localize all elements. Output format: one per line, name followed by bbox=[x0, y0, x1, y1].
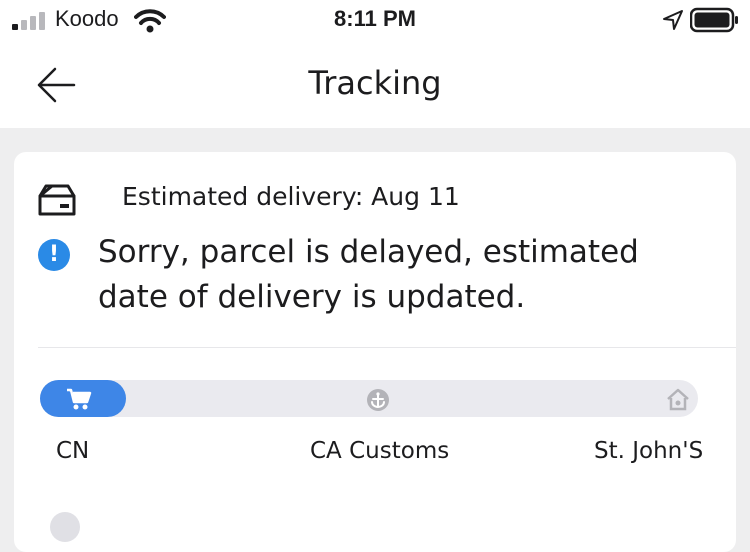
anchor-icon bbox=[367, 389, 389, 411]
stop-label-customs: CA Customs bbox=[310, 438, 450, 464]
page-title: Tracking bbox=[308, 64, 442, 102]
progress-track bbox=[40, 380, 698, 417]
cart-icon bbox=[67, 388, 92, 410]
stop-label-destination: St. John'S bbox=[594, 438, 704, 464]
tracking-card: Estimated delivery: Aug 11 ! Sorry, parc… bbox=[14, 152, 736, 552]
status-bar: Koodo 8:11 PM bbox=[0, 0, 750, 40]
location-arrow-icon bbox=[663, 10, 683, 30]
estimated-delivery: Estimated delivery: Aug 11 bbox=[122, 182, 460, 211]
info-exclamation-icon: ! bbox=[38, 239, 70, 271]
parcel-box-icon bbox=[38, 184, 76, 216]
carrier-name: Koodo bbox=[55, 6, 119, 31]
timeline-dot bbox=[50, 512, 80, 542]
stop-label-origin: CN bbox=[56, 438, 90, 464]
home-icon bbox=[667, 388, 689, 411]
battery-icon bbox=[690, 7, 738, 33]
delay-message: Sorry, parcel is delayed, estimated date… bbox=[98, 234, 639, 315]
signal-icon bbox=[12, 12, 45, 30]
divider bbox=[38, 347, 736, 348]
top-bar: Koodo 8:11 PM Tracking bbox=[0, 0, 750, 128]
wifi-icon bbox=[134, 9, 166, 33]
clock: 8:11 PM bbox=[334, 6, 416, 31]
